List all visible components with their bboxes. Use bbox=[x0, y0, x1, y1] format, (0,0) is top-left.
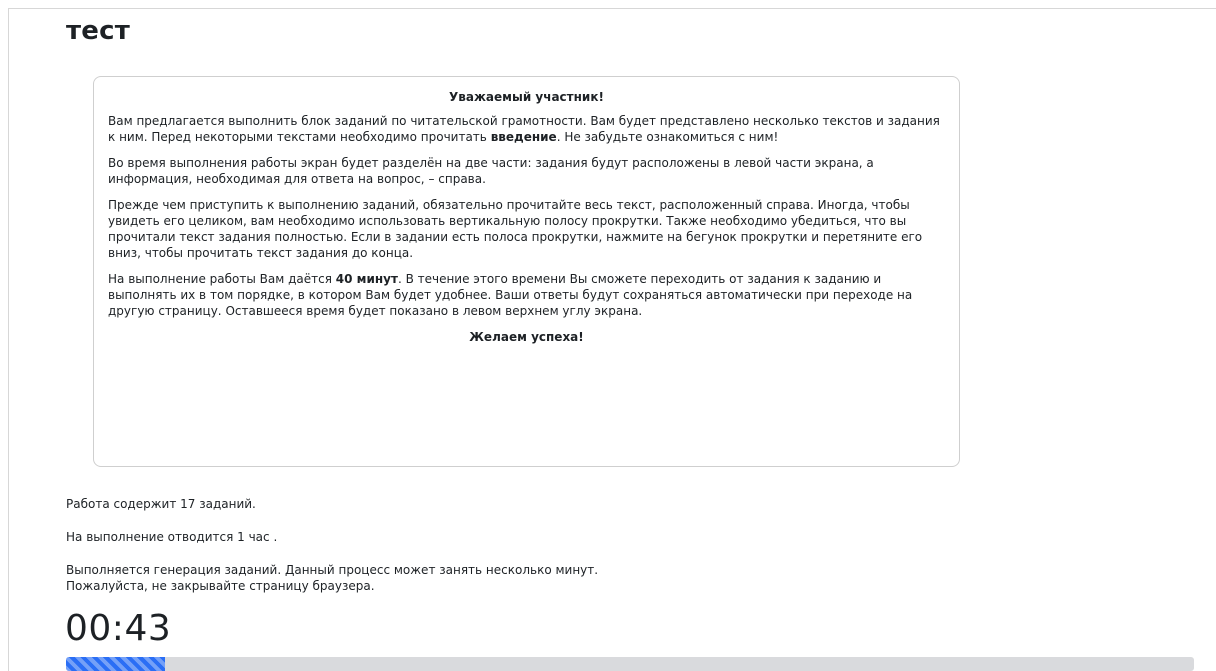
instructions-greeting: Уважаемый участник! bbox=[449, 90, 604, 104]
generation-status-line-1: Выполняется генерация заданий. Данный пр… bbox=[66, 563, 599, 577]
instructions-paragraph-4-bold: 40 минут bbox=[335, 272, 398, 286]
instructions-paragraph-1-bold: введение bbox=[490, 130, 557, 144]
instructions-paragraph-2: Во время выполнения работы экран будет р… bbox=[108, 156, 874, 186]
countdown-timer: 00:43 bbox=[65, 608, 172, 649]
tasks-count-line: Работа содержит 17 заданий. bbox=[66, 496, 256, 512]
instructions-paragraph-4: На выполнение работы Вам даётся 40 минут… bbox=[108, 271, 945, 319]
time-limit-line: На выполнение отводится 1 час . bbox=[66, 529, 277, 545]
page-title: тест bbox=[66, 16, 130, 46]
instructions-paragraph-1-text-b: . Не забудьте ознакомиться с ним! bbox=[556, 130, 779, 144]
generation-status-line-2: Пожалуйста, не закрывайте страницу брауз… bbox=[66, 579, 375, 593]
instructions-card: Уважаемый участник! Вам предлагается вып… bbox=[93, 76, 960, 467]
time-limit-value: 1 час bbox=[237, 530, 270, 544]
time-limit-prefix: На выполнение отводится bbox=[66, 530, 238, 544]
tasks-count-prefix: Работа содержит bbox=[66, 497, 181, 511]
instructions-closing: Желаем успеха! bbox=[469, 330, 584, 344]
instructions-paragraph-1: Вам предлагается выполнить блок заданий … bbox=[108, 113, 945, 145]
time-limit-suffix: . bbox=[269, 530, 278, 544]
instructions-paragraph-3: Прежде чем приступить к выполнению задан… bbox=[108, 198, 923, 260]
generation-progress-fill bbox=[66, 657, 166, 671]
generation-progress-bar bbox=[66, 657, 1194, 671]
instructions-paragraph-4-text-a: На выполнение работы Вам даётся bbox=[108, 272, 336, 286]
tasks-count-value: 17 заданий. bbox=[180, 497, 256, 511]
